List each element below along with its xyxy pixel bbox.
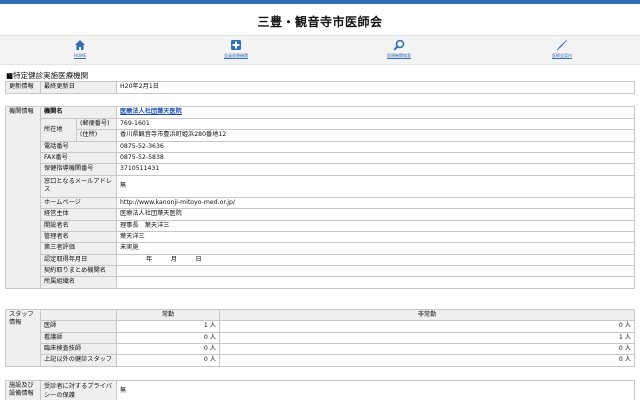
contract-org-label: 契約取りまとめ機関名 bbox=[40, 264, 117, 278]
facility-name-link[interactable]: 医療法人社団葉天医院 bbox=[120, 108, 182, 115]
staff-fulltime-count: 0 人 bbox=[116, 343, 220, 356]
update-row: 更新情報 最終更新日 H20年2月1日 bbox=[5, 81, 635, 94]
nav-clinic-search-label: 医療機関検索 bbox=[387, 53, 411, 58]
facility-row-name: 機関情報 機関名 医療法人社団葉天医院 bbox=[5, 106, 635, 289]
facility-row-postal: 所在地 (郵便番号) 769-1601 bbox=[6, 117, 635, 142]
staff-fulltime-count: 0 人 bbox=[116, 354, 220, 367]
contract-org-value bbox=[116, 264, 635, 278]
phone-value: 0875-52-3636 bbox=[116, 140, 635, 154]
facility-row-contract: 契約取りまとめ機関名 bbox=[6, 264, 635, 278]
facility-row-email: 窓口となるメールアドレス 無 bbox=[6, 174, 635, 198]
phone-label: 電話番号 bbox=[40, 140, 117, 154]
equipment-group-label: 施設及び設備情報 bbox=[5, 380, 41, 400]
nav-member-clinics-label: 会員医療機関 bbox=[224, 53, 248, 58]
staff-row: 臨床検査技師 0 人 0 人 bbox=[6, 343, 635, 356]
equipment-table: 施設及び設備情報 受診者に対するプライバシーの保護 無 bbox=[5, 380, 635, 400]
manager-label: 管理者名 bbox=[40, 230, 117, 244]
cert-date-label: 認定取得年月日 bbox=[40, 253, 117, 266]
nav-home[interactable]: HOME bbox=[50, 39, 110, 58]
staff-row: 上記以外の健診スタッフ 0 人 0 人 bbox=[6, 354, 635, 367]
email-value: 無 bbox=[116, 174, 635, 198]
postal-value: 769-1601 bbox=[116, 117, 635, 131]
staff-parttime-count: 1 人 bbox=[219, 331, 635, 345]
last-updated-label: 最終更新日 bbox=[40, 81, 117, 94]
update-table: 更新情報 最終更新日 H20年2月1日 bbox=[5, 81, 635, 94]
insurer-number-label: 保健指導機関番号 bbox=[40, 163, 117, 176]
navbar: HOME 会員医療機関 医療機関検索 医師会案内 bbox=[0, 35, 640, 65]
section-heading: ■特定健診実施医療機関 bbox=[6, 71, 89, 80]
email-label: 窓口となるメールアドレス bbox=[40, 174, 117, 198]
facility-row-manager: 管理者名 葉天洋三 bbox=[6, 230, 635, 244]
facility-name-label: 機関名 bbox=[40, 106, 117, 119]
affiliation-value bbox=[116, 276, 635, 289]
staff-role: 上記以外の健診スタッフ bbox=[40, 354, 117, 367]
nav-home-label: HOME bbox=[73, 53, 87, 58]
manager-value: 葉天洋三 bbox=[116, 230, 635, 244]
fax-label: FAX番号 bbox=[40, 152, 117, 165]
site-title: 三豊・観音寺市医師会 bbox=[257, 15, 383, 29]
staff-role: 医師 bbox=[40, 320, 117, 333]
facility-group-label: 機関情報 bbox=[5, 106, 41, 289]
staff-role: 看護師 bbox=[40, 331, 117, 345]
equipment-row-privacy: 施設及び設備情報 受診者に対するプライバシーの保護 無 bbox=[5, 380, 635, 400]
staff-fulltime-count: 0 人 bbox=[116, 331, 220, 345]
facility-row-insurer: 保健指導機関番号 3710511431 bbox=[6, 163, 635, 176]
operator-label: 経営主体 bbox=[40, 208, 117, 221]
thirdparty-eval-value: 未実施 bbox=[116, 242, 635, 255]
nav-association-info-label: 医師会案内 bbox=[552, 53, 572, 58]
postal-label: (郵便番号) bbox=[76, 117, 117, 131]
privacy-value: 無 bbox=[116, 380, 635, 400]
nav-association-info[interactable]: 医師会案内 bbox=[532, 39, 592, 59]
address-label: 所在地 bbox=[40, 118, 77, 142]
privacy-label: 受診者に対するプライバシーの保護 bbox=[40, 380, 117, 400]
staff-row: 看護師 0 人 1 人 bbox=[6, 331, 635, 345]
facility-row-thirdparty: 第三者評価 未実施 bbox=[6, 242, 635, 255]
staff-role: 臨床検査技師 bbox=[40, 343, 117, 356]
home-icon bbox=[75, 40, 85, 50]
facility-row-homepage: ホームページ http://www.kanonji-mitoyo-med.or.… bbox=[6, 196, 635, 210]
staff-parttime-count: 0 人 bbox=[219, 354, 635, 367]
facility-row-founder: 開設者名 理事長 葉天洋三 bbox=[6, 219, 635, 232]
staff-header-blank bbox=[40, 308, 117, 322]
thirdparty-eval-label: 第三者評価 bbox=[40, 242, 117, 255]
last-updated-value: H20年2月1日 bbox=[116, 81, 635, 94]
staff-col-parttime: 非常勤 bbox=[219, 308, 635, 322]
founder-label: 開設者名 bbox=[40, 219, 117, 232]
addr-label: (住所) bbox=[76, 129, 117, 142]
facility-row-phone: 電話番号 0875-52-3636 bbox=[6, 140, 635, 154]
homepage-label: ホームページ bbox=[40, 196, 117, 210]
fax-value: 0875-52-5838 bbox=[116, 152, 635, 165]
staff-table: スタッフ情報 常勤 非常勤 医師 1 人 0 人 看護師 0 人 1 人 臨床検… bbox=[5, 308, 635, 367]
addr-value: 香川県観音寺市豊浜町姫浜280番地12 bbox=[116, 129, 635, 142]
staff-parttime-count: 0 人 bbox=[219, 320, 635, 333]
founder-value: 理事長 葉天洋三 bbox=[116, 219, 635, 232]
facility-row-certdate: 認定取得年月日 年 月 日 bbox=[6, 253, 635, 266]
search-icon bbox=[393, 39, 405, 51]
facility-row-fax: FAX番号 0875-52-5838 bbox=[6, 152, 635, 165]
nav-clinic-search[interactable]: 医療機関検索 bbox=[369, 39, 429, 59]
homepage-value[interactable]: http://www.kanonji-mitoyo-med.or.jp/ bbox=[116, 196, 635, 210]
facility-table: 機関情報 機関名 医療法人社団葉天医院 所在地 (郵便番号) 769-1601 … bbox=[5, 106, 635, 289]
staff-col-fulltime: 常勤 bbox=[116, 308, 220, 322]
facility-row-address: (住所) 香川県観音寺市豊浜町姫浜280番地12 bbox=[6, 129, 635, 142]
top-accent-bar bbox=[0, 0, 640, 4]
facility-row-org: 所属組織名 bbox=[6, 276, 635, 289]
cert-date-value: 年 月 日 bbox=[146, 255, 202, 263]
update-group-label: 更新情報 bbox=[5, 81, 41, 94]
nav-member-clinics[interactable]: 会員医療機関 bbox=[206, 39, 266, 59]
staff-group-label: スタッフ情報 bbox=[5, 309, 41, 367]
staff-header-row: スタッフ情報 常勤 非常勤 bbox=[5, 308, 635, 367]
medical-cross-icon bbox=[231, 40, 241, 50]
facility-row-operator: 経営主体 医療法人社団葉天医院 bbox=[6, 208, 635, 221]
affiliation-label: 所属組織名 bbox=[40, 276, 117, 289]
staff-row: 医師 1 人 0 人 bbox=[6, 320, 635, 333]
pen-icon bbox=[556, 40, 567, 51]
operator-value: 医療法人社団葉天医院 bbox=[116, 208, 635, 221]
staff-parttime-count: 0 人 bbox=[219, 343, 635, 356]
insurer-number-value: 3710511431 bbox=[116, 163, 635, 176]
staff-fulltime-count: 1 人 bbox=[116, 320, 220, 333]
